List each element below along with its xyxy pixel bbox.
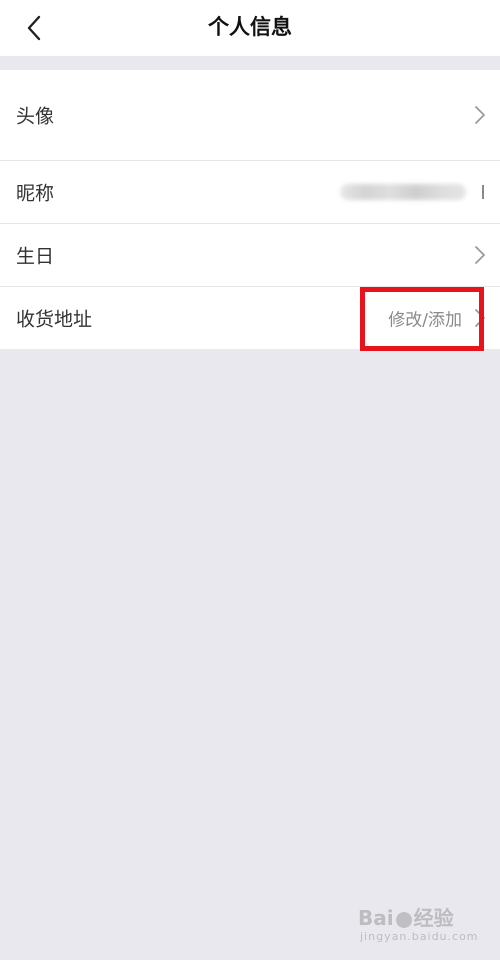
row-nickname[interactable]: 昵称	[0, 161, 500, 224]
row-avatar[interactable]: 头像	[0, 70, 500, 161]
navigation-bar: 个人信息	[0, 0, 500, 56]
chevron-right-icon	[474, 105, 486, 125]
row-label-nickname: 昵称	[16, 182, 55, 205]
watermark-subtitle: jingyan.baidu.com	[360, 930, 479, 943]
nickname-value-obscured	[340, 184, 466, 200]
row-label-avatar: 头像	[16, 105, 55, 128]
baidu-jingyan-watermark: Bai 经验 jingyan.baidu.com	[358, 902, 478, 948]
paw-icon	[395, 911, 412, 928]
shipping-address-action[interactable]: 修改/添加	[388, 306, 462, 331]
chevron-left-icon	[27, 15, 41, 41]
row-label-birthday: 生日	[16, 245, 55, 268]
watermark-logo: Bai 经验	[358, 906, 454, 930]
chevron-right-icon	[474, 308, 486, 328]
back-button[interactable]	[14, 8, 54, 48]
page-title: 个人信息	[208, 15, 292, 39]
settings-list: 头像 昵称 生日 收货地址 修改/添加	[0, 70, 500, 349]
personal-info-screen: 个人信息 头像 昵称 生日 收货地址 修改/添加 Bai 经验 jingyan.…	[0, 0, 500, 960]
nickname-edit-marker	[482, 185, 484, 199]
row-birthday[interactable]: 生日	[0, 224, 500, 287]
chevron-right-icon	[474, 245, 486, 265]
row-shipping-address[interactable]: 收货地址 修改/添加	[0, 287, 500, 349]
row-label-shipping-address: 收货地址	[16, 308, 93, 331]
